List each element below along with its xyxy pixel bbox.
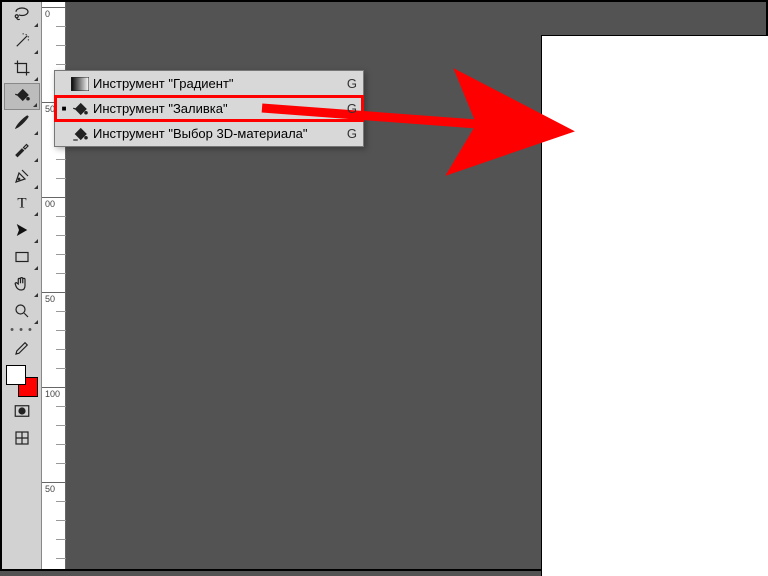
ruler-minor-tick [56,349,66,350]
magic-wand-tool[interactable] [4,29,40,56]
ruler-minor-tick [56,558,66,559]
pen-tool[interactable] [4,164,40,191]
eyedrop-icon [13,140,31,161]
hand-tool[interactable] [4,272,40,299]
ruler-minor-tick [56,64,66,65]
paint-bucket-tool[interactable] [4,83,40,110]
ruler-tick: 100 [42,387,65,399]
ruler-minor-tick [56,216,66,217]
selected-indicator: ■ [59,104,69,113]
bucket3d-icon [69,125,91,143]
ruler-minor-tick [56,501,66,502]
color-swatches[interactable] [4,363,40,399]
ruler-minor-tick [56,406,66,407]
edit-toolbar-toggle[interactable] [4,334,40,361]
flyout-label: Инструмент "Выбор 3D-материала" [91,126,341,141]
ruler-tick: 00 [42,197,65,209]
ruler-minor-tick [56,26,66,27]
ruler-minor-tick [56,444,66,445]
zoom-icon [13,302,31,323]
canvas-document[interactable] [542,36,768,576]
brush-icon [13,113,31,134]
grid-icon [13,429,31,450]
rectangle-tool[interactable] [4,245,40,272]
crop-tool[interactable] [4,56,40,83]
hand-icon [13,275,31,296]
ruler-minor-tick [56,159,66,160]
type-tool[interactable]: T [4,191,40,218]
ruler-minor-tick [56,45,66,46]
tool-flyout-menu: Инструмент "Градиент" G ■ Инструмент "За… [54,70,364,147]
wand-icon [13,32,31,53]
ruler-minor-tick [56,254,66,255]
gradient-icon [69,77,91,91]
toolbar: T • • • [2,2,42,569]
ruler-minor-tick [56,368,66,369]
ruler-minor-tick [56,235,66,236]
arrow-icon [13,221,31,242]
svg-text:T: T [17,196,26,212]
flyout-shortcut: G [341,76,357,91]
bucket-icon [13,86,31,107]
flyout-label: Инструмент "Заливка" [91,101,341,116]
ruler-minor-tick [56,330,66,331]
bucket-icon [69,100,91,118]
lasso-icon [13,5,31,26]
ruler-tick: 50 [42,482,65,494]
ruler-minor-tick [56,273,66,274]
grid-mode-button[interactable] [4,426,40,453]
crop-icon [13,59,31,80]
pen-icon [13,167,31,188]
brush-tool[interactable] [4,110,40,137]
toolbar-separator-dots: • • • [10,326,33,334]
ruler-minor-tick [56,425,66,426]
flyout-shortcut: G [341,126,357,141]
eyedropper-tool[interactable] [4,137,40,164]
T-icon: T [13,194,31,215]
ruler-minor-tick [56,463,66,464]
ruler-tick: 0 [42,7,65,19]
path-selection-tool[interactable] [4,218,40,245]
mask-icon [13,402,31,423]
zoom-tool[interactable] [4,299,40,326]
foreground-color-swatch[interactable] [6,365,26,385]
lasso-tool[interactable] [4,2,40,29]
mask-mode-button[interactable] [4,399,40,426]
rect-icon [13,248,31,269]
ruler-minor-tick [56,311,66,312]
flyout-item-material-drop-tool[interactable]: Инструмент "Выбор 3D-материала" G [55,121,363,146]
flyout-label: Инструмент "Градиент" [91,76,341,91]
flyout-item-gradient-tool[interactable]: Инструмент "Градиент" G [55,71,363,96]
ruler-tick: 50 [42,292,65,304]
flyout-shortcut: G [341,101,357,116]
ruler-minor-tick [56,539,66,540]
ruler-minor-tick [56,520,66,521]
ruler-minor-tick [56,178,66,179]
flyout-item-paint-bucket-tool[interactable]: ■ Инструмент "Заливка" G [55,96,363,121]
